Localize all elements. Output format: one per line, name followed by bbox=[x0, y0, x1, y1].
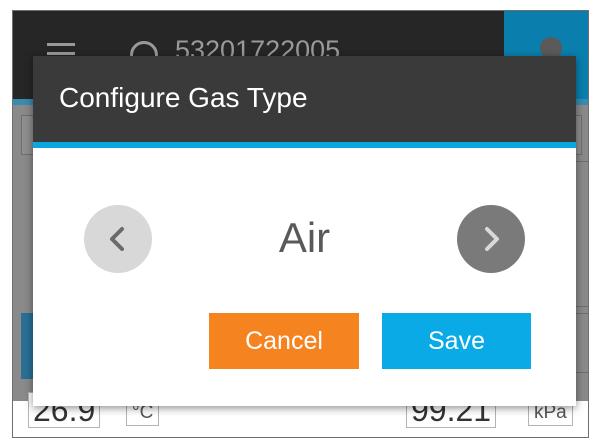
chevron-left-icon bbox=[110, 227, 124, 251]
next-gas-button[interactable] bbox=[457, 205, 525, 273]
chevron-right-icon bbox=[485, 227, 499, 251]
configure-gas-dialog: Configure Gas Type Air Cancel Save bbox=[33, 56, 576, 406]
previous-gas-button[interactable] bbox=[84, 205, 152, 273]
save-button[interactable]: Save bbox=[382, 313, 531, 369]
cancel-button[interactable]: Cancel bbox=[209, 313, 359, 369]
dialog-accent-bar bbox=[33, 142, 576, 148]
selected-gas-type: Air bbox=[278, 214, 331, 261]
dialog-header: Configure Gas Type bbox=[33, 56, 576, 142]
dialog-title: Configure Gas Type bbox=[59, 82, 308, 113]
